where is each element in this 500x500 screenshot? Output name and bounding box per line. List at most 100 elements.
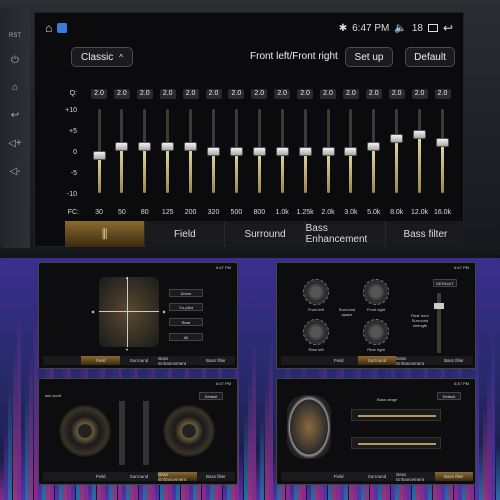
default-button[interactable]: Default bbox=[199, 392, 223, 400]
status-time: 6:47 PM bbox=[454, 265, 469, 270]
copilot-button[interactable]: Co-pilot bbox=[169, 303, 203, 311]
mini-tab[interactable]: Bass filter bbox=[197, 356, 235, 365]
q-value[interactable]: 2.0 bbox=[320, 89, 336, 99]
front-left-dial[interactable] bbox=[303, 279, 329, 305]
bass-slider-2[interactable] bbox=[143, 401, 149, 465]
q-value[interactable]: 2.0 bbox=[342, 89, 359, 99]
eq-slider-knob[interactable] bbox=[275, 146, 289, 156]
eq-slider-knob[interactable] bbox=[229, 146, 243, 156]
default-button[interactable]: Default bbox=[437, 392, 461, 400]
q-value[interactable]: 2.0 bbox=[205, 89, 222, 99]
mini-tab[interactable] bbox=[281, 472, 319, 481]
q-value[interactable]: 2.0 bbox=[91, 89, 107, 99]
q-value[interactable]: 2.0 bbox=[388, 89, 405, 99]
eq-slider-knob[interactable] bbox=[184, 142, 198, 152]
window-icon[interactable] bbox=[427, 24, 438, 32]
all-button[interactable]: All bbox=[169, 333, 203, 341]
eq-slider-knob[interactable] bbox=[138, 142, 152, 152]
up-arrow-icon[interactable]: ▲ bbox=[125, 275, 129, 280]
volume-up-icon[interactable]: ◁+ bbox=[7, 136, 23, 152]
setup-button[interactable]: Set up bbox=[345, 47, 393, 67]
tab-bass-enhancement[interactable]: Bass Enhancement bbox=[304, 221, 385, 247]
front-left-label: Front left bbox=[308, 307, 324, 312]
home-icon[interactable]: ⌂ bbox=[45, 21, 52, 35]
q-value[interactable]: 2.0 bbox=[251, 89, 268, 99]
mini-tab[interactable]: Field bbox=[319, 472, 357, 481]
mini-tab[interactable]: Surround bbox=[358, 472, 396, 481]
q-value[interactable]: 2.0 bbox=[136, 89, 153, 99]
reset-key[interactable]: RST bbox=[7, 28, 23, 44]
eq-slider-knob[interactable] bbox=[115, 142, 129, 152]
power-icon[interactable]: ⏻ bbox=[7, 53, 23, 69]
side-keys: RST ⏻ ⌂ ↩ ◁+ ◁- bbox=[0, 8, 30, 248]
q-value[interactable]: 2.0 bbox=[159, 89, 176, 99]
q-value[interactable]: 2.0 bbox=[411, 89, 428, 99]
eq-slider-knob[interactable] bbox=[367, 142, 381, 152]
eq-slider-knob[interactable] bbox=[436, 138, 449, 148]
eq-slider-knob[interactable] bbox=[344, 146, 358, 156]
tab-surround[interactable]: Surround bbox=[224, 221, 304, 247]
rear-right-dial[interactable] bbox=[363, 319, 389, 345]
mini-tab[interactable] bbox=[43, 356, 81, 365]
mini-tab[interactable] bbox=[281, 356, 319, 365]
bass-range-slider-1[interactable] bbox=[351, 409, 441, 421]
q-value[interactable]: 2.0 bbox=[434, 89, 451, 99]
eq-slider-knob[interactable] bbox=[413, 129, 427, 139]
eq-slider-knob[interactable] bbox=[390, 133, 404, 143]
volume-down-icon[interactable]: ◁- bbox=[7, 164, 23, 180]
mini-tab[interactable]: Bass filter bbox=[435, 356, 473, 365]
mini-tab[interactable]: Bass Enhancement bbox=[158, 472, 197, 482]
rear-left-dial[interactable] bbox=[303, 319, 329, 345]
frequency-label: 125 bbox=[161, 209, 174, 216]
status-right: ✱ 6:47 PM 🔈 18 ↩ bbox=[339, 19, 453, 37]
down-arrow-icon[interactable]: ▼ bbox=[125, 347, 129, 352]
q-value[interactable]: 2.0 bbox=[228, 89, 245, 99]
mini-tab[interactable] bbox=[43, 472, 81, 481]
back-arrow-icon[interactable]: ↩ bbox=[443, 21, 453, 35]
tab-bass-filter[interactable]: Bass filter bbox=[384, 221, 465, 247]
feature-collage: 6:47 PM ▲ ▼ ◀ ▶ Driver Co-pilot Rear All… bbox=[0, 258, 500, 500]
home-icon[interactable]: ⌂ bbox=[7, 80, 23, 96]
eq-slider-knob[interactable] bbox=[207, 146, 220, 156]
eq-slider-knob[interactable] bbox=[252, 146, 266, 156]
front-right-dial[interactable] bbox=[363, 279, 389, 305]
mini-tab[interactable]: Bass Enhancement bbox=[396, 356, 434, 366]
mini-tab[interactable]: Surround bbox=[120, 472, 158, 481]
right-arrow-icon[interactable]: ▶ bbox=[163, 309, 166, 314]
field-tabs: Field Surround Bass Enhancement Bass filter bbox=[43, 356, 235, 366]
mini-tab[interactable]: Bass Enhancement bbox=[158, 356, 196, 366]
mini-tab[interactable]: Surround bbox=[120, 356, 158, 365]
q-value[interactable]: 2.0 bbox=[113, 89, 130, 99]
mini-tab[interactable]: Field bbox=[319, 356, 357, 365]
driver-button[interactable]: Driver bbox=[169, 289, 203, 297]
frequency-label: 12.0k bbox=[411, 209, 429, 216]
q-value[interactable]: 2.0 bbox=[274, 89, 291, 99]
eq-slider-knob[interactable] bbox=[321, 146, 335, 156]
back-icon[interactable]: ↩ bbox=[7, 108, 23, 124]
bass-slider-1[interactable] bbox=[119, 401, 125, 465]
eq-slider-knob[interactable] bbox=[92, 150, 106, 160]
strength-slider[interactable] bbox=[434, 293, 444, 353]
default-button[interactable]: Default bbox=[405, 47, 455, 67]
volume-value: 18 bbox=[411, 22, 423, 34]
q-value[interactable]: 2.0 bbox=[182, 89, 199, 99]
eq-slider-knob[interactable] bbox=[161, 142, 175, 152]
bass-range-slider-2[interactable] bbox=[351, 437, 441, 449]
preset-label: Classic bbox=[81, 51, 114, 63]
mini-tab[interactable]: Bass Enhancement bbox=[396, 472, 434, 482]
q-value[interactable]: 2.0 bbox=[297, 89, 314, 99]
mini-tab[interactable]: Bass filter bbox=[434, 472, 474, 481]
preset-dropdown[interactable]: Classic ^ bbox=[71, 47, 133, 67]
rear-button[interactable]: Rear bbox=[169, 318, 203, 326]
eq-slider-knob[interactable] bbox=[298, 146, 312, 156]
mini-tab[interactable]: Field bbox=[81, 472, 119, 481]
mini-tab[interactable]: Bass filter bbox=[197, 472, 235, 481]
default-button[interactable]: DEFAULT bbox=[433, 279, 457, 287]
frequency-label: 320 bbox=[207, 209, 220, 216]
tab-field[interactable]: Field bbox=[144, 221, 224, 247]
mini-tab[interactable]: Field bbox=[81, 356, 120, 365]
q-value[interactable]: 2.0 bbox=[365, 89, 382, 99]
mini-tab[interactable]: Surround bbox=[357, 356, 397, 365]
tab-eq[interactable]: ⫼ bbox=[65, 221, 145, 247]
left-arrow-icon[interactable]: ◀ bbox=[91, 309, 94, 314]
